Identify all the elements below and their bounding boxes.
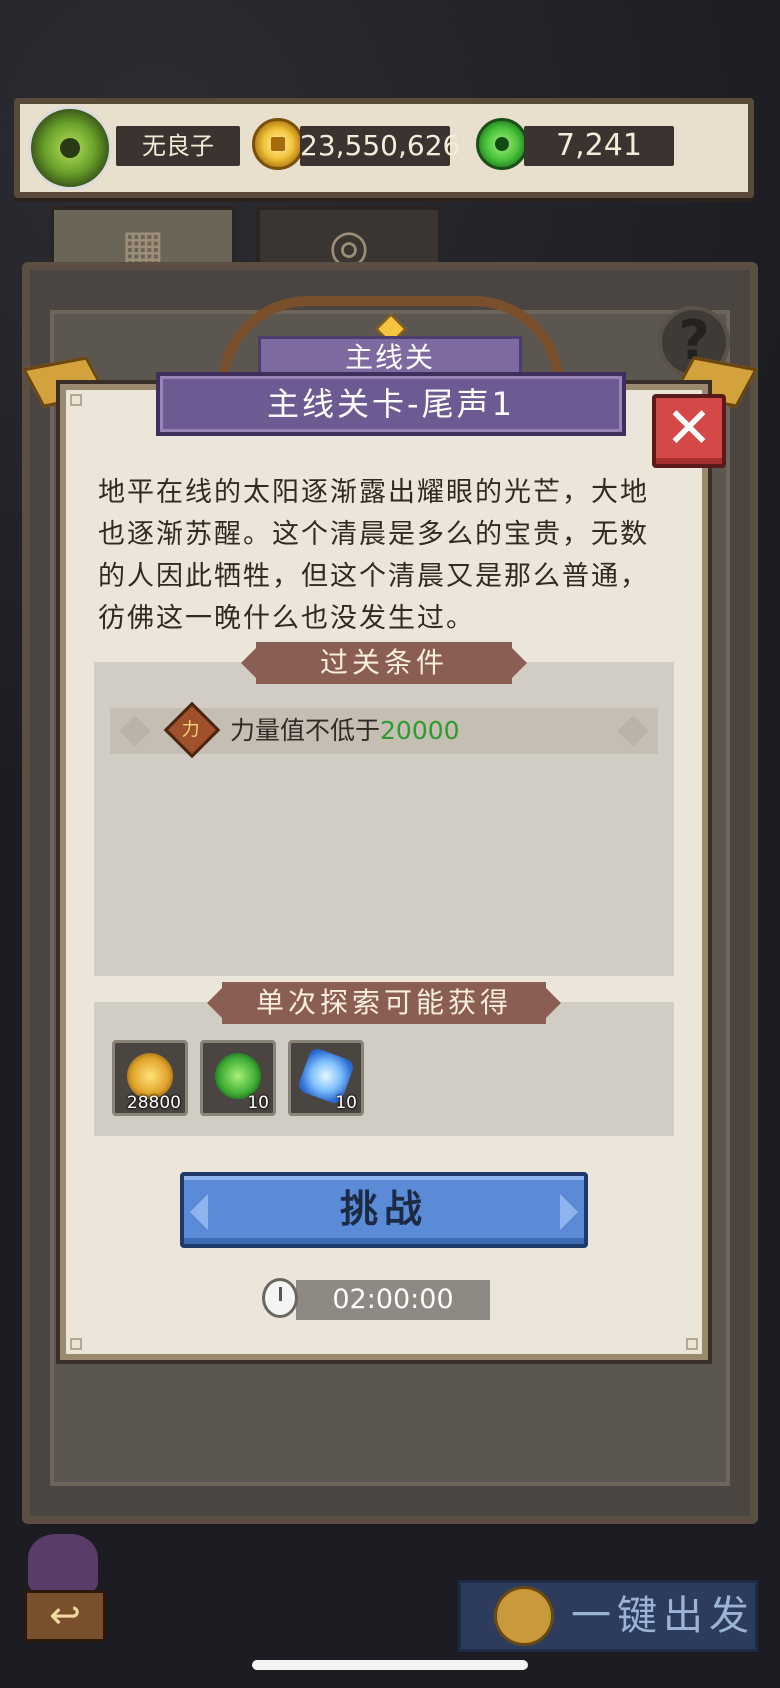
- close-button[interactable]: ✕: [652, 394, 726, 468]
- mascot-icon: [28, 1534, 98, 1594]
- home-indicator[interactable]: [252, 1660, 528, 1670]
- stage-description: 地平在线的太阳逐渐露出耀眼的光芒，大地也逐渐苏醒。这个清晨是多么的宝贵，无数的人…: [98, 477, 649, 634]
- gold-coin-icon: [252, 118, 304, 170]
- gold-amount: 23,550,626: [300, 126, 460, 166]
- reward-item[interactable]: 28800: [112, 1040, 188, 1116]
- power-badge-icon: 力: [163, 701, 221, 759]
- condition-value: 20000: [380, 716, 460, 745]
- dialog-title: 主线关卡-尾声1: [156, 372, 626, 436]
- reward-count: 10: [247, 1093, 269, 1113]
- condition-text: 力量值不低于20000: [230, 716, 460, 745]
- chevron-right-icon: [560, 1194, 578, 1230]
- reward-item[interactable]: 10: [288, 1040, 364, 1116]
- player-name: 无良子: [116, 126, 240, 166]
- reward-count: 28800: [126, 1093, 181, 1113]
- compass-icon: [494, 1586, 554, 1646]
- challenge-button[interactable]: 挑战: [180, 1172, 588, 1248]
- back-button[interactable]: ↩: [24, 1590, 106, 1642]
- jade-amount: 7,241: [524, 126, 674, 166]
- jade-coin-icon: [476, 118, 528, 170]
- rewards-title: 单次探索可能获得: [222, 982, 546, 1024]
- conditions-title: 过关条件: [256, 642, 512, 684]
- reward-count: 10: [335, 1093, 357, 1113]
- clock-icon: [262, 1278, 298, 1318]
- condition-row: 力 力量值不低于20000: [110, 701, 658, 759]
- reward-item[interactable]: 10: [200, 1040, 276, 1116]
- diamond-ornament: [119, 715, 151, 747]
- resource-bar: 无良子 23,550,626 7,241: [14, 98, 754, 198]
- chevron-left-icon: [190, 1194, 208, 1230]
- diamond-ornament: [617, 715, 649, 747]
- avatar[interactable]: [28, 106, 112, 190]
- timer: 02:00:00: [296, 1280, 490, 1320]
